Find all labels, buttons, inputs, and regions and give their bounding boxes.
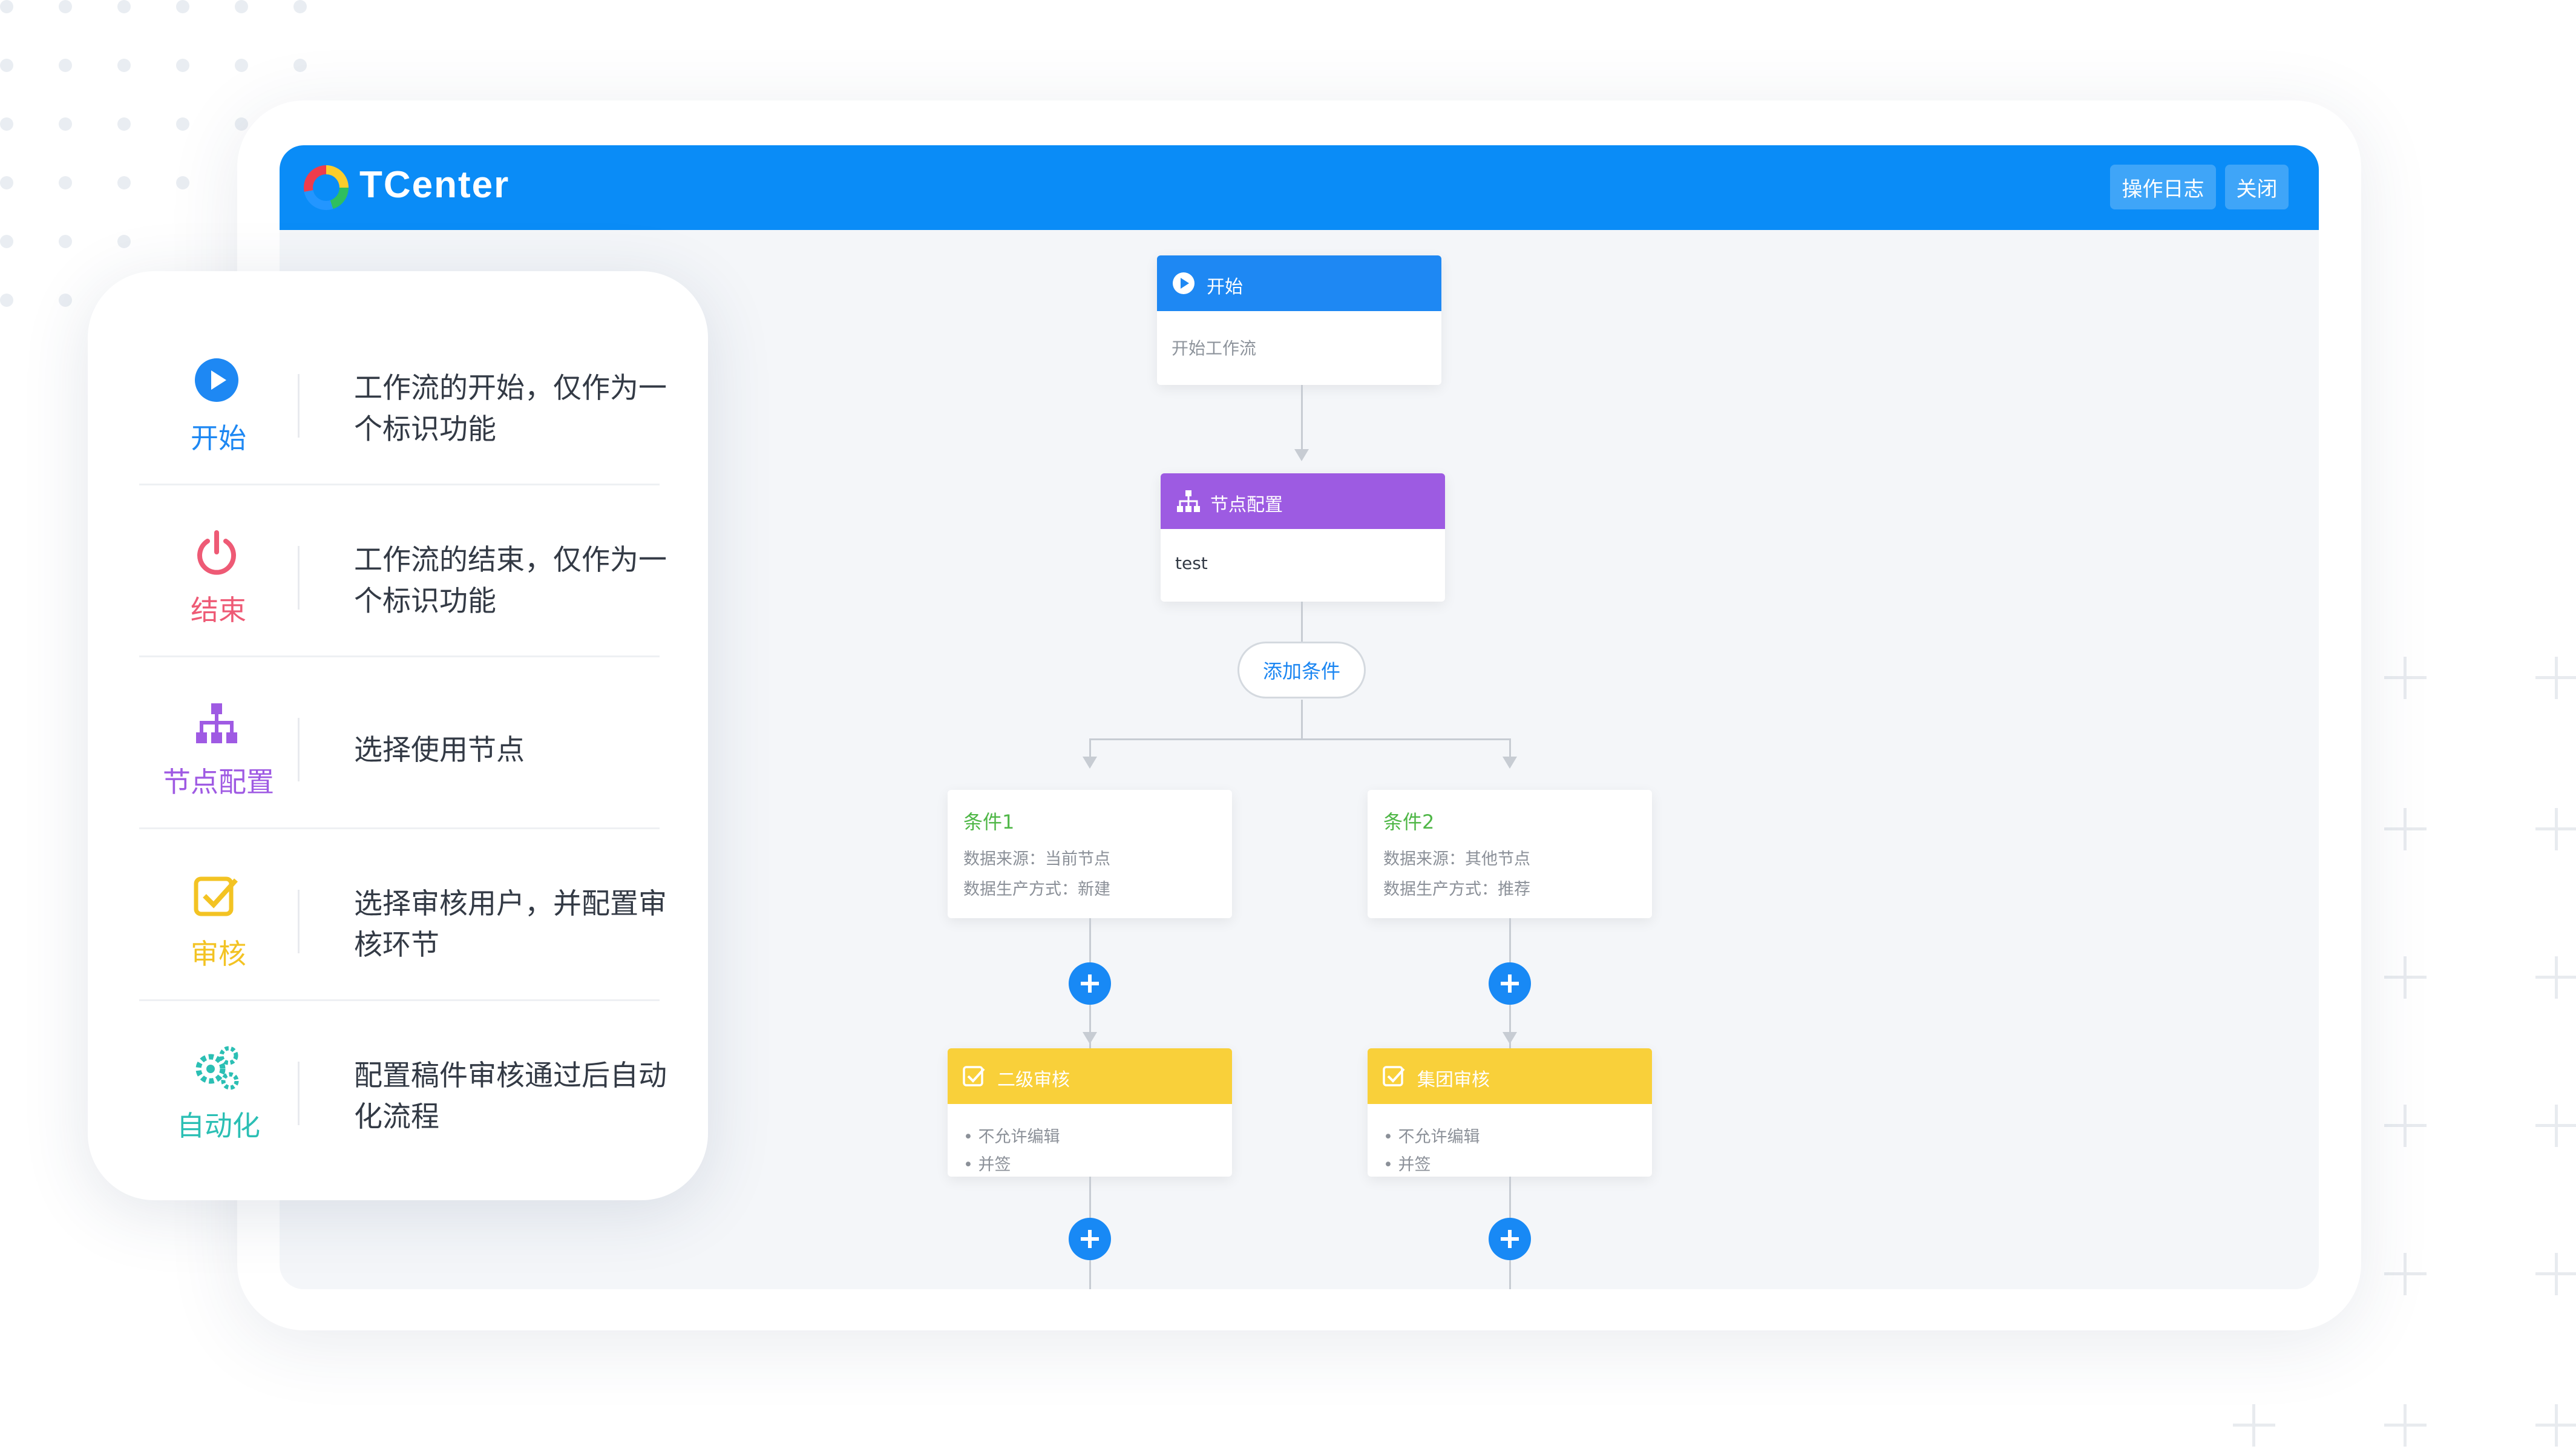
- gears-icon: [195, 1046, 239, 1090]
- connector-arrow: [1503, 757, 1517, 769]
- config-node-desc: test: [1175, 553, 1208, 573]
- check-square-icon: [194, 876, 238, 916]
- connector-arrow: [1083, 1032, 1097, 1044]
- check-square-icon: [963, 1066, 985, 1086]
- legend-item-start: 开始 工作流的开始，仅作为一 个标识功能: [139, 314, 667, 485]
- condition-source: 数据来源：其他节点: [1383, 850, 1530, 869]
- connector-arrow: [1503, 1032, 1517, 1044]
- condition-mode: 数据生产方式：新建: [963, 880, 1110, 899]
- sitemap-icon: [1177, 490, 1200, 512]
- operation-log-button[interactable]: 操作日志: [2110, 165, 2216, 209]
- legend-label: 结束: [191, 594, 246, 626]
- connector-arrow: [1083, 757, 1097, 769]
- config-node[interactable]: 节点配置 test: [1161, 473, 1445, 602]
- power-icon: [197, 530, 236, 575]
- condition-card-2[interactable]: 条件2 数据来源：其他节点 数据生产方式：推荐: [1368, 790, 1652, 918]
- add-node-button[interactable]: [1069, 1218, 1111, 1260]
- legend-label: 自动化: [177, 1109, 260, 1142]
- start-node-header: 开始: [1157, 255, 1441, 311]
- review-bullet: • 并签: [963, 1155, 1011, 1174]
- start-node-desc: 开始工作流: [1172, 338, 1257, 358]
- sitemap-icon: [196, 703, 237, 743]
- check-square-icon: [1383, 1066, 1405, 1086]
- start-node[interactable]: 开始 开始工作流: [1157, 255, 1441, 385]
- branch-connector: [1089, 738, 1510, 740]
- legend-label: 审核: [191, 938, 246, 970]
- top-bar: TCenter 操作日志 关闭: [280, 145, 2319, 230]
- connector: [1089, 738, 1091, 758]
- legend-item-end: 结束 工作流的结束，仅作为一 个标识功能: [139, 485, 667, 657]
- start-node-title: 开始: [1207, 277, 1243, 298]
- legend-desc: 选择使用节点: [354, 734, 525, 767]
- legend-item-node-config: 节点配置 选择使用节点: [139, 657, 660, 829]
- config-node-header: 节点配置: [1161, 473, 1445, 529]
- add-condition-button[interactable]: 添加条件: [1237, 642, 1366, 698]
- review-node-title: 集团审核: [1417, 1070, 1490, 1091]
- condition-card-1[interactable]: 条件1 数据来源：当前节点 数据生产方式：新建: [948, 790, 1232, 918]
- condition-source: 数据来源：当前节点: [963, 850, 1110, 869]
- add-node-button[interactable]: [1069, 962, 1111, 1005]
- review-node-title: 二级审核: [997, 1070, 1070, 1091]
- play-circle-icon: [195, 358, 238, 402]
- legend-desc: 工作流的开始，仅作为一 个标识功能: [354, 372, 667, 446]
- review-bullet: • 不允许编辑: [963, 1128, 1060, 1146]
- legend-desc: 选择审核用户，并配置审 核环节: [354, 887, 667, 962]
- condition-title: 条件2: [1383, 810, 1435, 833]
- condition-mode: 数据生产方式：推荐: [1383, 880, 1530, 899]
- connector: [1509, 738, 1511, 758]
- review-node-2[interactable]: 集团审核 • 不允许编辑 • 并签: [1368, 1048, 1652, 1177]
- connector: [1301, 602, 1303, 644]
- legend-desc: 工作流的结束，仅作为一 个标识功能: [354, 544, 667, 618]
- review-bullet: • 不允许编辑: [1383, 1128, 1480, 1146]
- legend-desc: 配置稿件审核通过后自动 化流程: [354, 1059, 667, 1134]
- legend-label: 开始: [191, 422, 246, 455]
- close-button[interactable]: 关闭: [2225, 165, 2289, 209]
- review-bullet: • 并签: [1383, 1155, 1431, 1174]
- legend-label: 节点配置: [163, 766, 274, 798]
- review-node-header: 二级审核: [948, 1048, 1232, 1104]
- legend-item-review: 审核 选择审核用户，并配置审 核环节: [139, 829, 667, 1001]
- add-node-button[interactable]: [1489, 962, 1531, 1005]
- connector-arrow: [1294, 449, 1309, 461]
- review-node-1[interactable]: 二级审核 • 不允许编辑 • 并签: [948, 1048, 1232, 1177]
- connector: [1301, 385, 1303, 450]
- legend-panel: 开始 工作流的开始，仅作为一 个标识功能 结束 工作流的结束，仅作为一 个标识功能 …: [88, 271, 708, 1200]
- connector: [1301, 700, 1303, 738]
- legend-item-automation: 自动化 配置稿件审核通过后自动 化流程: [139, 1001, 667, 1158]
- condition-title: 条件1: [963, 810, 1015, 833]
- play-circle-icon: [1173, 272, 1195, 294]
- review-node-header: 集团审核: [1368, 1048, 1652, 1104]
- add-node-button[interactable]: [1489, 1218, 1531, 1260]
- brand-name: TCenter: [359, 164, 510, 206]
- config-node-title: 节点配置: [1210, 494, 1283, 516]
- logo-icon: [304, 165, 349, 210]
